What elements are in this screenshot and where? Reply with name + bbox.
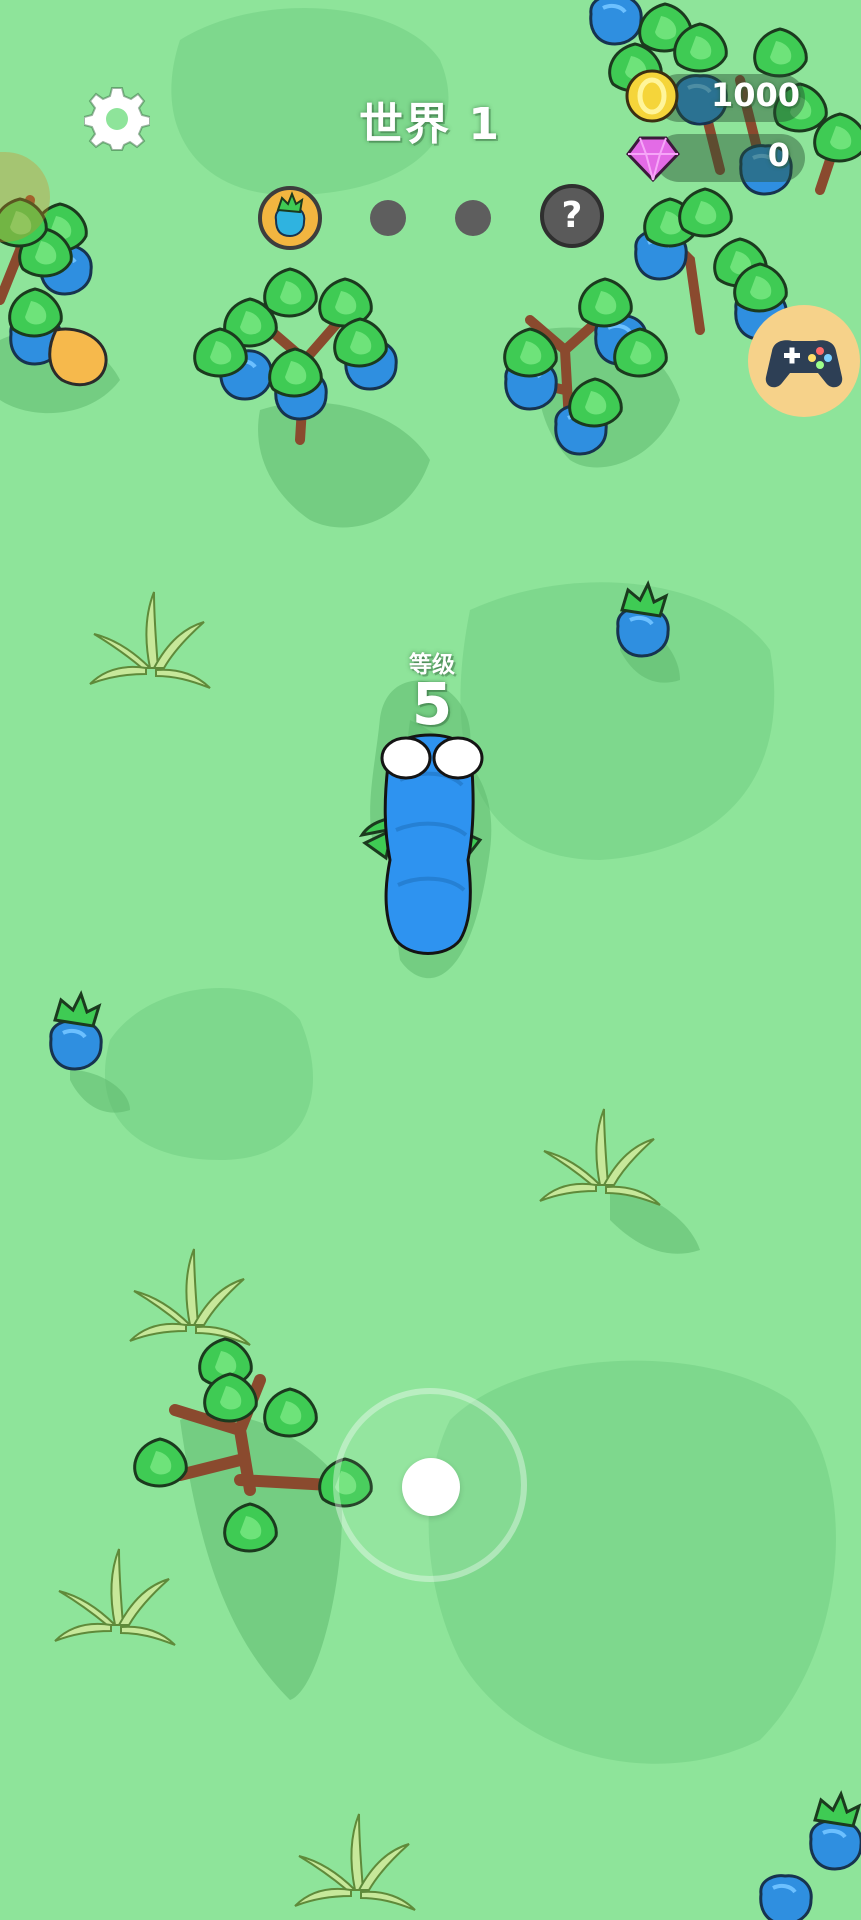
- grass-tuft: [539, 1108, 661, 1206]
- stage-indicator: [455, 200, 491, 236]
- stage-indicator-complete: [258, 186, 322, 250]
- berry-icon: [274, 191, 306, 238]
- berry-pickup: [758, 1792, 861, 1920]
- gamepad-icon: [765, 340, 843, 388]
- world-title: 世界 1: [359, 99, 501, 150]
- gem-count: 0: [767, 136, 790, 174]
- gem-icon: [626, 136, 680, 183]
- coin-count: 1000: [710, 76, 800, 114]
- game-world: [0, 0, 861, 1920]
- grass-tuft: [89, 591, 211, 689]
- settings-button[interactable]: [83, 86, 151, 152]
- coin-icon: [625, 69, 679, 123]
- orange-drop: [48, 327, 108, 387]
- grass-tuft: [294, 1813, 416, 1911]
- gamepad-button[interactable]: [748, 305, 860, 417]
- gear-icon: [83, 87, 151, 151]
- stage-indicator: [370, 200, 406, 236]
- question-mark: ?: [561, 195, 583, 236]
- berry-pickup: [48, 992, 104, 1071]
- grass-tuft: [54, 1548, 176, 1646]
- joystick-knob[interactable]: [402, 1458, 460, 1516]
- level-value: 5: [411, 670, 453, 738]
- stage-indicator-unknown: ?: [540, 184, 604, 248]
- grass-tuft: [129, 1248, 251, 1346]
